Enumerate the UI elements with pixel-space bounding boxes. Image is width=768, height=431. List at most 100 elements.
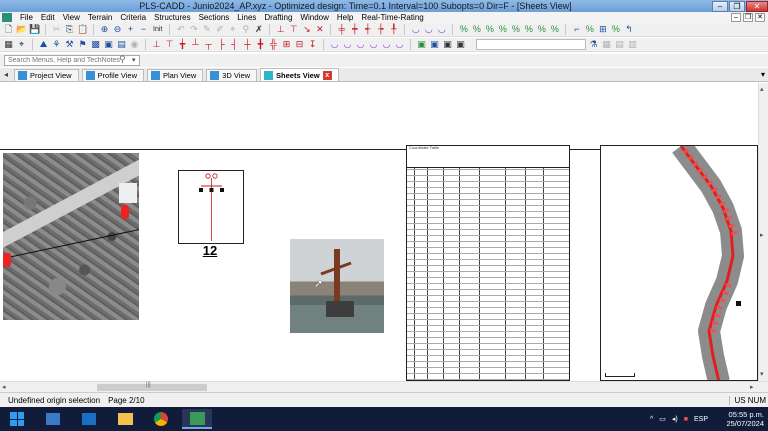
disabled-tool-icon[interactable]: ▤	[614, 39, 625, 50]
grid-icon[interactable]: ▦	[3, 39, 14, 50]
structure-tool-icon[interactable]: ┼	[242, 39, 253, 50]
taskbar-app-explorer[interactable]	[38, 409, 68, 429]
redo-icon[interactable]: ↷	[188, 24, 199, 35]
menu-terrain[interactable]: Terrain	[84, 13, 116, 22]
sag-tool-icon[interactable]: ◡	[436, 24, 447, 35]
percent-tool-icon[interactable]: %	[471, 24, 482, 35]
open-folder-icon[interactable]: 📂	[16, 24, 27, 35]
structure-tool-icon[interactable]: ╬	[268, 39, 279, 50]
report-tool-icon[interactable]: ↰	[623, 24, 634, 35]
menu-sections[interactable]: Sections	[195, 13, 234, 22]
volume-icon[interactable]: ◂)	[672, 415, 678, 423]
start-button[interactable]	[2, 409, 32, 429]
sag-tool-icon[interactable]: ◡	[410, 24, 421, 35]
structure-tool-icon[interactable]: ┤	[229, 39, 240, 50]
terrain-tool-icon[interactable]: ▤	[116, 39, 127, 50]
terrain-tool-icon[interactable]: ▣	[103, 39, 114, 50]
minimize-button[interactable]: –	[712, 0, 728, 12]
zoom-out-icon[interactable]: ⊖	[112, 24, 123, 35]
layer-tool-icon[interactable]: ▣	[429, 39, 440, 50]
report-tool-icon[interactable]: %	[584, 24, 595, 35]
init-button[interactable]: Init	[153, 26, 162, 33]
taskbar-app-outlook[interactable]	[74, 409, 104, 429]
terrain-tool-icon[interactable]: ⚘	[51, 39, 62, 50]
menu-drafting[interactable]: Drafting	[260, 13, 296, 22]
tab-profile-view[interactable]: Profile View	[81, 69, 145, 81]
structure-tool-icon[interactable]: ↧	[307, 39, 318, 50]
taskbar-app-files[interactable]	[110, 409, 140, 429]
grayed-tool-icon[interactable]: ✎	[201, 24, 212, 35]
tab-project-view[interactable]: Project View	[14, 69, 79, 81]
menu-view[interactable]: View	[59, 13, 84, 22]
language-indicator[interactable]: ESP	[694, 416, 708, 423]
zoom-plus-icon[interactable]: +	[125, 24, 136, 35]
menu-help[interactable]: Help	[333, 13, 357, 22]
scroll-right-icon[interactable]: ▸	[750, 383, 754, 391]
menu-edit[interactable]: Edit	[37, 13, 59, 22]
sag-tool-icon[interactable]: ◡	[394, 39, 405, 50]
percent-tool-icon[interactable]: %	[549, 24, 560, 35]
maximize-button[interactable]: ❐	[729, 0, 745, 12]
structure-tool-icon[interactable]: ╈	[177, 39, 188, 50]
tab-plan-view[interactable]: Plan View	[147, 69, 204, 81]
structure-tool-icon[interactable]: ⊞	[281, 39, 292, 50]
sag-tool-icon[interactable]: ◡	[355, 39, 366, 50]
sag-tool-icon[interactable]: ◡	[381, 39, 392, 50]
section-tool-icon[interactable]: ╪	[336, 24, 347, 35]
percent-tool-icon[interactable]: %	[458, 24, 469, 35]
horizontal-scrollbar[interactable]: ◂ ||| ▸	[0, 381, 768, 392]
zoom-in-icon[interactable]: ⊕	[99, 24, 110, 35]
layer-tool-icon[interactable]: ▣	[455, 39, 466, 50]
structure-tool-icon[interactable]: ┬	[203, 39, 214, 50]
paste-icon[interactable]: 📋	[77, 24, 88, 35]
sheet-canvas[interactable]: 12 ➚ Coordinate Table ▴ ▸ ▾	[0, 83, 768, 381]
menu-real-time-rating[interactable]: Real-Time-Rating	[357, 13, 427, 22]
report-tool-icon[interactable]: ⊞	[597, 24, 608, 35]
tab-menu-chevron-icon[interactable]: ▾	[761, 70, 765, 79]
mdi-close-button[interactable]: ✕	[755, 13, 765, 22]
structure-tool-icon[interactable]: ⊟	[294, 39, 305, 50]
menu-lines[interactable]: Lines	[233, 13, 260, 22]
view-combo-box[interactable]	[476, 39, 586, 50]
percent-tool-icon[interactable]: %	[497, 24, 508, 35]
vertical-scrollbar[interactable]: ▴ ▸ ▾	[758, 83, 768, 381]
tab-3d-view[interactable]: 3D View	[206, 69, 258, 81]
sag-tool-icon[interactable]: ◡	[368, 39, 379, 50]
taskbar-app-chrome[interactable]	[146, 409, 176, 429]
terrain-tool-icon[interactable]: ⚒	[64, 39, 75, 50]
percent-tool-icon[interactable]: %	[536, 24, 547, 35]
mdi-restore-button[interactable]: ❐	[743, 13, 753, 22]
scroll-left-icon[interactable]: ◂	[2, 383, 6, 391]
filter-tool-icon[interactable]: ⚗	[588, 39, 599, 50]
tab-sheets-view[interactable]: Sheets View x	[260, 68, 339, 81]
scroll-mid-arrow-icon[interactable]: ▸	[760, 231, 764, 239]
section-tool-icon[interactable]: ┾	[375, 24, 386, 35]
search-icon[interactable]: ⚲	[119, 54, 126, 65]
structure-tool-icon[interactable]: ├	[216, 39, 227, 50]
disabled-tool-icon[interactable]: ▦	[601, 39, 612, 50]
sag-tool-icon[interactable]: ◡	[342, 39, 353, 50]
network-icon[interactable]: ▭	[659, 415, 666, 423]
disabled-tool-icon[interactable]: ◉	[129, 39, 140, 50]
sag-tool-icon[interactable]: ◡	[423, 24, 434, 35]
cut-icon[interactable]: ✂	[51, 24, 62, 35]
menu-window[interactable]: Window	[296, 13, 332, 22]
sag-tool-icon[interactable]: ◡	[329, 39, 340, 50]
structure-tool-icon[interactable]: ⊥	[275, 24, 286, 35]
terrain-tool-icon[interactable]: ▩	[90, 39, 101, 50]
clock[interactable]: 05:55 p.m. 25/07/2024	[726, 410, 764, 428]
terrain-tool-icon[interactable]: ⚑	[77, 39, 88, 50]
report-tool-icon[interactable]: %	[610, 24, 621, 35]
close-button[interactable]: ✕	[746, 0, 768, 12]
report-tool-icon[interactable]: ⌐	[571, 24, 582, 35]
section-tool-icon[interactable]: ╀	[388, 24, 399, 35]
zoom-minus-icon[interactable]: −	[138, 24, 149, 35]
menu-structures[interactable]: Structures	[150, 13, 194, 22]
percent-tool-icon[interactable]: %	[523, 24, 534, 35]
structure-tool-icon[interactable]: ⊥	[151, 39, 162, 50]
new-file-icon[interactable]: 🗋	[3, 24, 14, 35]
close-tab-icon[interactable]: x	[322, 70, 332, 80]
grayed-tool-icon[interactable]: ✐	[214, 24, 225, 35]
percent-tool-icon[interactable]: %	[510, 24, 521, 35]
grayed-tool-icon[interactable]: ⌖	[227, 24, 238, 35]
